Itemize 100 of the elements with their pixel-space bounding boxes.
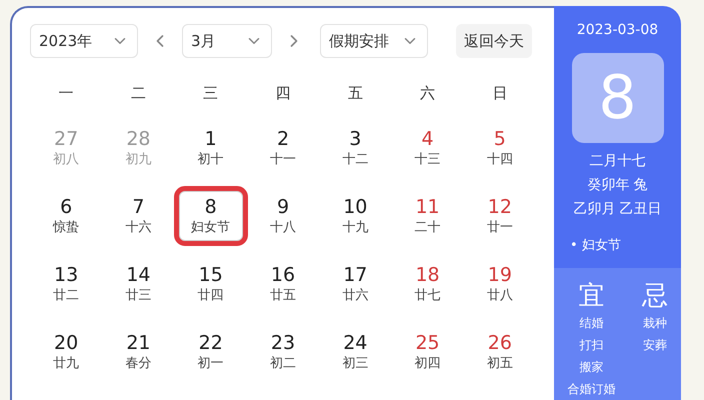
day-cell[interactable]: 20 廿九 bbox=[34, 326, 98, 376]
lunar-date: 初四 bbox=[414, 354, 441, 372]
almanac-item: 打扫 bbox=[579, 336, 604, 354]
day-number: 18 bbox=[415, 262, 440, 286]
weekday-label: 一 bbox=[58, 83, 75, 104]
lunar-date: 廿七 bbox=[414, 286, 441, 304]
lunar-date: 廿一 bbox=[486, 218, 513, 236]
lunar-date: 初十 bbox=[198, 150, 224, 168]
month-select[interactable]: 3月 bbox=[182, 24, 272, 58]
lunar-date: 十六 bbox=[125, 218, 152, 236]
almanac-item: 结婚 bbox=[579, 314, 604, 332]
lunar-date: 十八 bbox=[270, 218, 296, 236]
day-cell[interactable]: 15 廿四 bbox=[178, 258, 243, 308]
holiday-select[interactable]: 假期安排 bbox=[320, 24, 428, 58]
almanac-item: 搬家 bbox=[579, 358, 604, 376]
big-day-number: 8 bbox=[598, 68, 637, 128]
day-number: 13 bbox=[54, 262, 78, 286]
selected-date: 2023-03-08 bbox=[576, 21, 658, 40]
lunar-date: 春分 bbox=[125, 354, 152, 372]
weekday-label: 六 bbox=[419, 83, 436, 104]
day-cell[interactable]: 10 十九 bbox=[323, 190, 388, 240]
lunar-date: 二十 bbox=[414, 218, 441, 236]
lunar-date: 初八 bbox=[53, 150, 80, 168]
day-cell[interactable]: 22 初一 bbox=[178, 326, 243, 376]
day-cell[interactable]: 21 春分 bbox=[106, 326, 170, 376]
weekday-label: 二 bbox=[130, 83, 147, 104]
day-cell[interactable]: 4 十三 bbox=[396, 122, 460, 172]
day-cell[interactable]: 3 十二 bbox=[323, 122, 388, 172]
day-number: 22 bbox=[198, 330, 223, 354]
lunar-info: 癸卯年 兔 bbox=[587, 176, 648, 195]
day-cell[interactable]: 11 二十 bbox=[396, 190, 460, 240]
day-number: 6 bbox=[60, 194, 72, 218]
today-button[interactable]: 返回今天 bbox=[456, 24, 532, 58]
day-cell[interactable]: 14 廿三 bbox=[106, 258, 170, 308]
day-cell[interactable]: 17 廿六 bbox=[323, 258, 388, 308]
lunar-date: 廿二 bbox=[53, 286, 80, 304]
day-cell[interactable]: 25 初四 bbox=[396, 326, 460, 376]
day-cell[interactable]: 24 初三 bbox=[323, 326, 388, 376]
almanac-item: 栽种 bbox=[642, 314, 667, 332]
day-number: 5 bbox=[494, 126, 506, 150]
lunar-date: 初三 bbox=[342, 354, 368, 372]
lunar-date: 廿六 bbox=[342, 286, 368, 304]
day-cell[interactable]: 5 十四 bbox=[468, 122, 532, 172]
day-cell[interactable]: 9 十八 bbox=[250, 190, 315, 240]
weekday-label: 日 bbox=[491, 83, 508, 104]
almanac-title: 宜 bbox=[578, 280, 604, 312]
day-number: 23 bbox=[270, 330, 296, 354]
lunar-date: 廿五 bbox=[270, 286, 296, 304]
day-number: 28 bbox=[126, 126, 151, 150]
weekday-label: 四 bbox=[274, 83, 292, 104]
day-number: 4 bbox=[422, 126, 434, 150]
lunar-date: 十一 bbox=[270, 150, 296, 168]
day-cell[interactable]: 2 十一 bbox=[250, 122, 315, 172]
festival-label: • 妇女节 bbox=[570, 237, 621, 255]
lunar-date: 十三 bbox=[414, 150, 441, 168]
day-cell[interactable]: 13 廿二 bbox=[34, 258, 98, 308]
day-cell[interactable]: 19 廿八 bbox=[468, 258, 532, 308]
lunar-date: 妇女节 bbox=[191, 218, 230, 236]
day-number: 3 bbox=[349, 126, 362, 150]
lunar-info: 二月十七 bbox=[589, 152, 646, 171]
day-number: 15 bbox=[198, 262, 223, 286]
day-cell[interactable]: 18 廿七 bbox=[396, 258, 460, 308]
day-cell[interactable]: 16 廿五 bbox=[250, 258, 315, 308]
day-number: 14 bbox=[126, 262, 151, 286]
day-cell[interactable]: 6 惊蛰 bbox=[34, 190, 98, 240]
lunar-date: 廿九 bbox=[53, 354, 80, 372]
day-number: 11 bbox=[415, 194, 440, 218]
year-select[interactable]: 2023年 bbox=[30, 24, 138, 58]
day-number: 17 bbox=[343, 262, 368, 286]
lunar-date: 十四 bbox=[486, 150, 513, 168]
day-number: 10 bbox=[343, 194, 368, 218]
day-number: 25 bbox=[415, 330, 440, 354]
day-number: 26 bbox=[488, 330, 512, 354]
lunar-date: 初九 bbox=[125, 150, 152, 168]
lunar-date: 廿三 bbox=[125, 286, 152, 304]
day-number: 24 bbox=[343, 330, 368, 354]
day-cell[interactable]: 12 廿一 bbox=[468, 190, 532, 240]
day-number: 12 bbox=[488, 194, 512, 218]
day-number: 19 bbox=[488, 262, 512, 286]
day-cell[interactable]: 1 初十 bbox=[178, 122, 243, 172]
day-cell[interactable]: 7 十六 bbox=[106, 190, 170, 240]
lunar-date: 初一 bbox=[198, 354, 224, 372]
day-number: 1 bbox=[204, 126, 217, 150]
day-number: 21 bbox=[126, 330, 151, 354]
lunar-date: 初五 bbox=[486, 354, 513, 372]
lunar-date: 廿八 bbox=[486, 286, 513, 304]
day-number: 7 bbox=[132, 194, 144, 218]
day-number: 20 bbox=[54, 330, 78, 354]
lunar-date: 初二 bbox=[270, 354, 296, 372]
day-number: 16 bbox=[270, 262, 296, 286]
lunar-date: 廿四 bbox=[198, 286, 224, 304]
day-cell[interactable]: 26 初五 bbox=[468, 326, 532, 376]
day-number: 27 bbox=[54, 126, 78, 150]
almanac-item: 合婚订婚 bbox=[567, 380, 616, 398]
lunar-date: 十九 bbox=[342, 218, 368, 236]
lunar-info: 乙卯月 乙丑日 bbox=[573, 200, 662, 219]
lunar-date: 惊蛰 bbox=[53, 218, 80, 236]
day-number: 2 bbox=[276, 126, 290, 150]
almanac-item: 安葬 bbox=[642, 336, 667, 354]
day-cell[interactable]: 23 初二 bbox=[250, 326, 315, 376]
